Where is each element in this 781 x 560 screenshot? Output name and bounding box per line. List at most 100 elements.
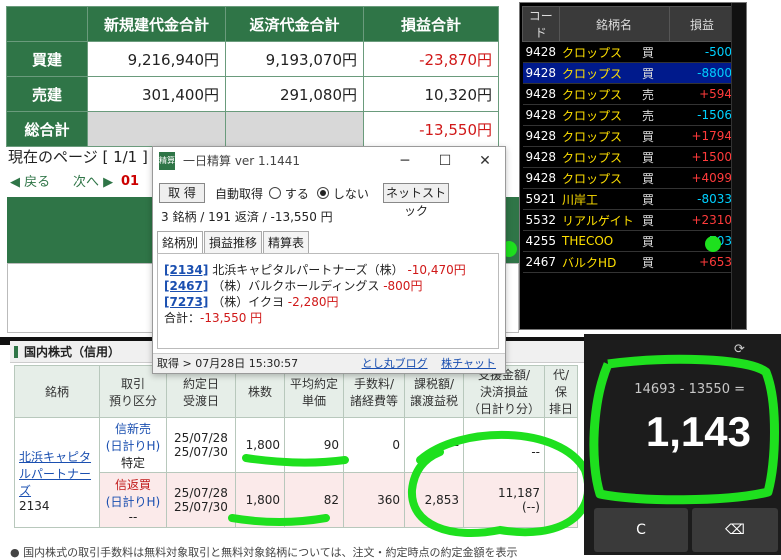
stock-pl: +653 [669, 251, 736, 273]
underline-mark [228, 514, 330, 526]
total-line: 合計：-13,550 円 [164, 310, 492, 326]
net-stock-button[interactable]: ネットストック [383, 183, 449, 218]
return-value [225, 111, 364, 147]
row-label: 売建 [6, 76, 88, 112]
current-page-label: 現在のページ [ 1/1 ] [8, 148, 148, 166]
stock-row[interactable]: 9428 クロップス買 +1794 [522, 125, 736, 147]
stock-pl: +2310 [669, 209, 736, 231]
stock-code: 9428 [522, 41, 560, 63]
auto-get-label: 自動取得 [215, 187, 264, 201]
list-item: [2467] （株）バルクホールディングス -800円 [164, 278, 492, 294]
trade-side: 買 [639, 41, 670, 63]
stock-pl: -8033 [669, 188, 736, 210]
pl-value: -23,870円 [363, 41, 499, 77]
back-link[interactable]: ◀ 戻る [10, 171, 50, 190]
stock-row[interactable]: 2467 バルクHD 買 +653 [522, 251, 736, 273]
close-icon[interactable]: ✕ [465, 147, 505, 175]
stock-code-link[interactable]: [2134] [164, 263, 208, 277]
stock-row[interactable]: 9428 クロップス売 -1506 [522, 104, 736, 126]
underline-mark [242, 454, 349, 467]
stock-name: （株）イクヨ [212, 295, 284, 309]
get-button[interactable]: 取 得 [159, 183, 205, 203]
stock-name: クロップス [559, 83, 640, 105]
stock-code: 9428 [522, 146, 560, 168]
ichinichi-seisan-window: 精算 一日精算 ver 1.1441 ─ ☐ ✕ 取 得 自動取得 する しない… [152, 146, 506, 374]
stock-pl: +1794 [669, 125, 736, 147]
app-icon: 精算 [159, 152, 175, 170]
stock-name: 北浜キャピタルパートナーズ（株） [212, 263, 404, 277]
stock-pl: -1506 [669, 104, 736, 126]
stock-row[interactable]: 9428 クロップス買 -8800 [522, 62, 736, 84]
new-value: 301,400円 [87, 76, 226, 112]
clear-key[interactable]: C [594, 508, 688, 552]
auto-off-option[interactable]: しない [317, 185, 369, 202]
window-title: 一日精算 ver 1.1441 [183, 154, 301, 168]
stock-code: 4255 [522, 230, 560, 252]
summary-row-total: 総合計 -13,550円 [6, 111, 499, 147]
trade-side: 買 [639, 146, 670, 168]
trade-side: 買 [639, 188, 670, 210]
stock-pl: -10,470円 [407, 263, 466, 277]
trade-side: 買 [639, 230, 670, 252]
return-value: 291,080円 [225, 76, 364, 112]
stock-row[interactable]: 9428 クロップス買 -500 [522, 41, 736, 63]
stock-row[interactable]: 9428 クロップス買 +1500 [522, 146, 736, 168]
fetch-time: 取得 > 07月28日 15:30:57 [157, 357, 299, 370]
blog-link[interactable]: とし丸ブログ [362, 357, 428, 370]
stock-code: 9428 [522, 83, 560, 105]
col-pl: 損益 [668, 6, 736, 42]
header-return-total: 返済代金合計 [225, 6, 364, 42]
stock-pl: +594 [669, 83, 736, 105]
stock-row[interactable]: 9428 クロップス売 +594 [522, 83, 736, 105]
minimize-icon[interactable]: ─ [385, 147, 425, 175]
stock-row[interactable]: 9428 クロップス買 +4099 [522, 167, 736, 189]
maximize-icon[interactable]: ☐ [425, 147, 465, 175]
next-link[interactable]: 次へ ▶ [73, 171, 113, 190]
stock-name: クロップス [559, 167, 640, 189]
circle-mark [407, 430, 593, 537]
tab-by-stock[interactable]: 銘柄別 [157, 231, 204, 253]
stock-pl: -800円 [383, 279, 423, 293]
window-titlebar[interactable]: 精算 一日精算 ver 1.1441 ─ ☐ ✕ [153, 147, 505, 175]
stock-name: クロップス [559, 104, 640, 126]
popup-tabs: 銘柄別 損益推移 精算表 [157, 231, 310, 253]
tab-settlement[interactable]: 精算表 [263, 231, 310, 253]
stock-pl: -8800 [669, 62, 736, 84]
stock-name: バルクHD [559, 251, 640, 273]
tab-pl-trend[interactable]: 損益推移 [204, 231, 263, 253]
circle-mark [589, 354, 779, 505]
stock-code: 5532 [522, 209, 560, 231]
stock-code: 5921 [522, 188, 560, 210]
stock-row[interactable]: 5921 川岸工買 -8033 [522, 188, 736, 210]
green-dot-marker [705, 236, 721, 252]
page-number[interactable]: 01 [121, 174, 139, 189]
row-label: 総合計 [6, 111, 88, 147]
header-pl-total: 損益合計 [363, 6, 499, 42]
trade-side: 買 [639, 209, 670, 231]
annotation-marks [589, 354, 779, 505]
auto-on-option[interactable]: する [269, 185, 309, 202]
stock-code-link[interactable]: [7273] [164, 295, 208, 309]
stock-code-link[interactable]: [2467] [164, 279, 208, 293]
backspace-key[interactable]: ⌫ [692, 508, 778, 552]
stock-header-row: コード 銘柄名 損益 [522, 6, 736, 42]
stock-list-panel: コード 銘柄名 損益 9428 クロップス買 -500 9428 クロップス買 -8800… [519, 2, 747, 330]
stock-code: 9428 [522, 62, 560, 84]
stock-pl: +1500 [669, 146, 736, 168]
stock-row[interactable]: 5532 リアルゲイト買 +2310 [522, 209, 736, 231]
trade-side: 買 [639, 167, 670, 189]
col-code: コード [522, 6, 560, 42]
stock-name: クロップス [559, 146, 640, 168]
stock-name: クロップス [559, 41, 640, 63]
corner-cell [6, 6, 88, 42]
pl-value: -13,550円 [363, 111, 499, 147]
trade-side: 売 [639, 83, 670, 105]
chat-link[interactable]: 株チャット [441, 357, 496, 370]
option-label: する [284, 187, 309, 201]
option-label: しない [332, 187, 369, 201]
stock-row[interactable]: 4255THECOO買-703 [522, 230, 736, 252]
scrollbar[interactable] [731, 3, 746, 329]
stock-name: 川岸工 [559, 188, 640, 210]
stock-pl: -2,280円 [287, 295, 339, 309]
trade-side: 買 [639, 62, 670, 84]
